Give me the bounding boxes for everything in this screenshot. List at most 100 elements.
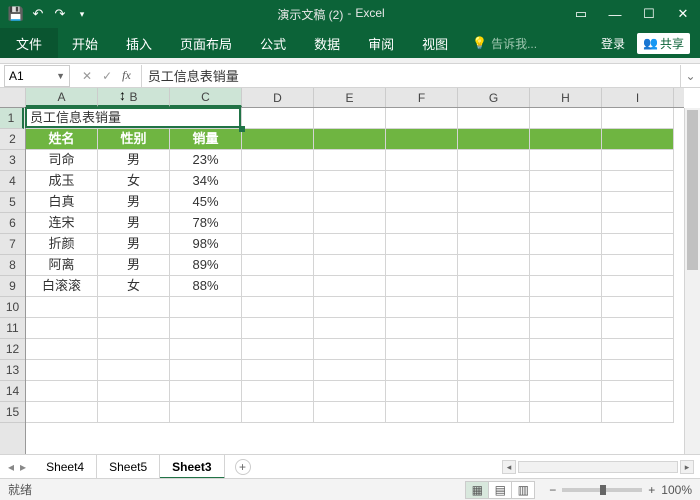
vertical-scrollbar[interactable] [684,108,700,454]
cell[interactable] [458,360,530,381]
cell[interactable] [26,381,98,402]
cell[interactable] [602,276,674,297]
cell[interactable] [242,129,314,150]
cell[interactable] [242,213,314,234]
cell[interactable] [98,360,170,381]
sheet-tab-sheet5[interactable]: Sheet5 [97,455,160,479]
cell[interactable] [314,276,386,297]
cell[interactable] [314,108,386,129]
cell[interactable] [26,360,98,381]
cell[interactable] [602,360,674,381]
col-header-G[interactable]: G [458,88,530,107]
cell[interactable] [386,339,458,360]
cell[interactable] [314,318,386,339]
minimize-icon[interactable]: — [598,0,632,28]
sheet-tab-sheet3[interactable]: Sheet3 [160,455,224,479]
cell[interactable]: 男 [98,255,170,276]
cell[interactable] [530,360,602,381]
tab-home[interactable]: 开始 [58,28,112,58]
sheet-tab-sheet4[interactable]: Sheet4 [34,455,97,479]
cell[interactable] [458,129,530,150]
cell[interactable] [458,318,530,339]
zoom-out-icon[interactable]: − [549,483,556,497]
cell[interactable]: 男 [98,234,170,255]
zoom-in-icon[interactable]: + [648,483,655,497]
cell[interactable] [602,402,674,423]
cell[interactable] [602,129,674,150]
cell[interactable] [98,318,170,339]
cell[interactable] [530,213,602,234]
cell[interactable] [386,192,458,213]
cell[interactable]: 员工信息表销量 [26,108,242,129]
cell[interactable] [602,339,674,360]
cell[interactable] [458,297,530,318]
cell[interactable] [314,213,386,234]
cell[interactable] [530,318,602,339]
select-all-corner[interactable] [0,88,26,108]
cell[interactable] [386,402,458,423]
cell[interactable] [530,381,602,402]
ribbon-options-icon[interactable]: ▭ [564,0,598,28]
tab-view[interactable]: 视图 [408,28,462,58]
col-header-I[interactable]: I [602,88,674,107]
cell[interactable]: 折颜 [26,234,98,255]
cell[interactable]: 男 [98,213,170,234]
cell[interactable] [170,360,242,381]
col-header-B[interactable]: B [98,88,170,107]
cell[interactable] [242,381,314,402]
cell[interactable] [314,360,386,381]
cell[interactable]: 白滚滚 [26,276,98,297]
cell[interactable] [386,213,458,234]
cell[interactable] [386,255,458,276]
cell[interactable]: 连宋 [26,213,98,234]
cell[interactable] [314,339,386,360]
cell[interactable] [98,339,170,360]
tab-review[interactable]: 审阅 [354,28,408,58]
cell[interactable] [602,255,674,276]
prev-sheet-icon[interactable]: ◂ [8,460,14,474]
cell[interactable] [314,192,386,213]
row-header-9[interactable]: 9 [0,276,25,297]
col-header-F[interactable]: F [386,88,458,107]
cell[interactable] [530,129,602,150]
cell[interactable] [602,108,674,129]
cell[interactable]: 89% [170,255,242,276]
cell[interactable] [314,234,386,255]
cell[interactable] [602,297,674,318]
row-header-15[interactable]: 15 [0,402,25,423]
cell[interactable] [26,339,98,360]
horizontal-scrollbar[interactable]: ◂ ▸ [502,460,700,474]
cell[interactable]: 男 [98,192,170,213]
cell[interactable] [386,318,458,339]
cell[interactable] [458,276,530,297]
cell[interactable]: 销量 [170,129,242,150]
cell[interactable] [386,129,458,150]
tab-data[interactable]: 数据 [300,28,354,58]
cell[interactable] [458,381,530,402]
col-header-H[interactable]: H [530,88,602,107]
col-header-C[interactable]: C [170,88,242,107]
scroll-right-icon[interactable]: ▸ [680,460,694,474]
tab-pagelayout[interactable]: 页面布局 [166,28,246,58]
cell[interactable] [530,171,602,192]
col-header-A[interactable]: A [26,88,98,107]
cell[interactable] [26,402,98,423]
cell[interactable] [458,255,530,276]
cell[interactable] [242,171,314,192]
tab-insert[interactable]: 插入 [112,28,166,58]
cell[interactable] [530,192,602,213]
cell[interactable]: 阿离 [26,255,98,276]
col-header-E[interactable]: E [314,88,386,107]
cell[interactable] [26,318,98,339]
close-icon[interactable]: ✕ [666,0,700,28]
cell[interactable] [602,381,674,402]
cell[interactable]: 98% [170,234,242,255]
cell[interactable]: 88% [170,276,242,297]
cell[interactable] [602,192,674,213]
cell[interactable] [602,150,674,171]
cell[interactable] [602,213,674,234]
column-headers[interactable]: ABCDEFGHI [26,88,684,108]
cell[interactable] [458,171,530,192]
expand-formula-icon[interactable]: ⌄ [680,65,700,87]
row-header-10[interactable]: 10 [0,297,25,318]
